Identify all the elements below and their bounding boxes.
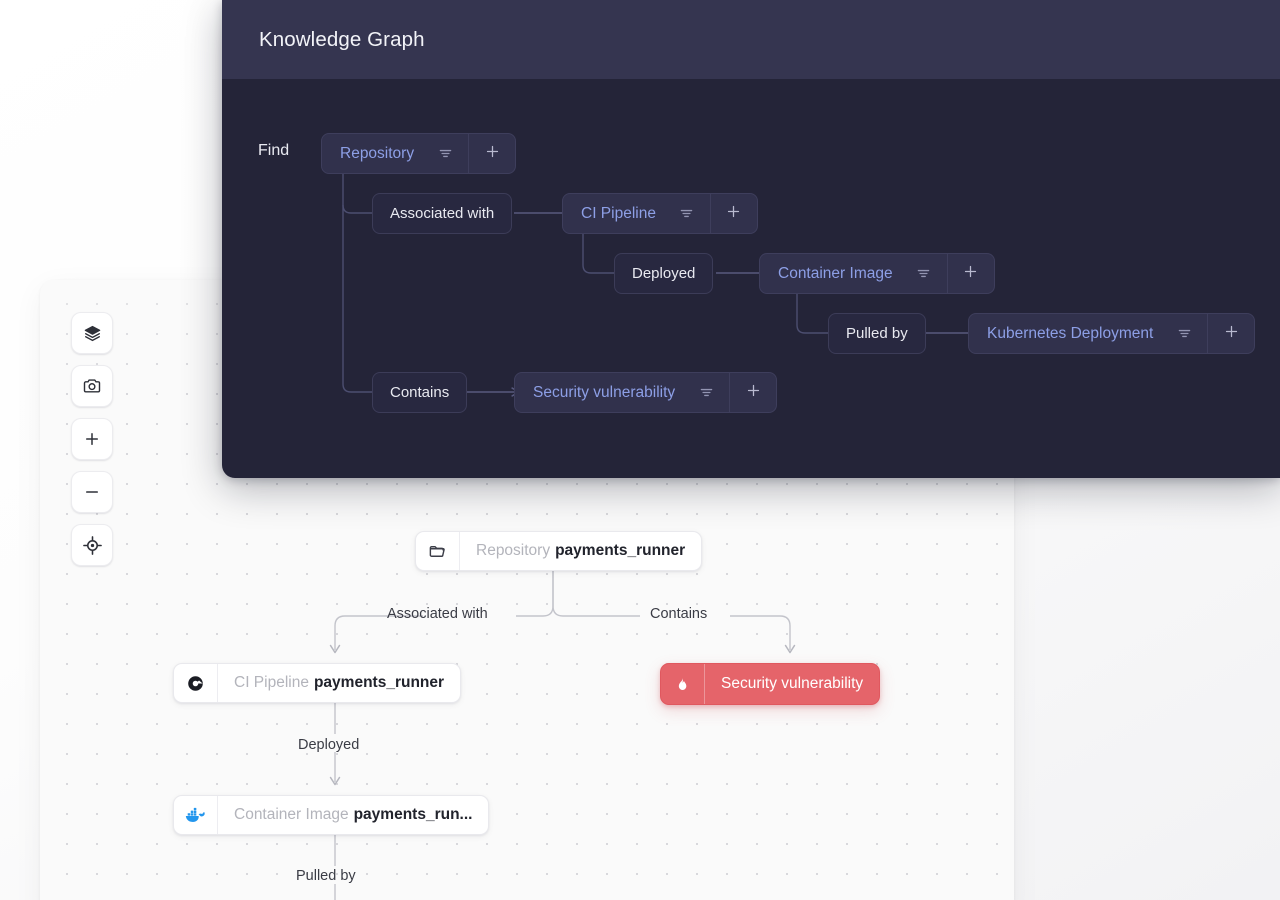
zoom-in-button[interactable] [71, 418, 113, 460]
node-type-text: CI Pipeline [234, 674, 309, 691]
screenshot-button[interactable] [71, 365, 113, 407]
node-name-text: payments_runner [555, 542, 686, 559]
page-title: Knowledge Graph [259, 27, 425, 51]
zoom-out-button[interactable] [71, 471, 113, 513]
type-chip-security-vulnerability-label: Security vulnerability [533, 383, 676, 401]
type-chip-container-image[interactable]: Container Image [759, 253, 995, 294]
type-chip-ci-pipeline[interactable]: CI Pipeline [562, 193, 758, 234]
type-chip-container-image-label: Container Image [778, 264, 893, 282]
canvas-node-container-image[interactable]: Container Image payments_run... [173, 795, 490, 835]
filter-icon[interactable] [697, 384, 715, 401]
plus-icon [83, 430, 101, 448]
plus-icon [745, 382, 762, 404]
crosshair-icon [82, 535, 103, 556]
type-chip-repository[interactable]: Repository [321, 133, 517, 174]
type-chip-container-image-main[interactable]: Container Image [760, 254, 948, 293]
find-label: Find [258, 142, 290, 159]
type-chip-kubernetes-deployment-label: Kubernetes Deployment [987, 324, 1154, 342]
type-chip-kubernetes-deployment-main[interactable]: Kubernetes Deployment [969, 314, 1209, 353]
type-chip-kubernetes-deployment[interactable]: Kubernetes Deployment [968, 313, 1256, 354]
filter-icon[interactable] [436, 145, 454, 162]
type-chip-repository-label: Repository [340, 144, 415, 162]
canvas-edge-label-deployed: Deployed [298, 737, 360, 753]
canvas-node-ci-pipeline[interactable]: CI Pipeline payments_runner [173, 663, 462, 703]
folder-icon [416, 532, 460, 570]
node-type-text: Container Image [234, 806, 349, 823]
fit-view-button[interactable] [71, 524, 113, 566]
layers-icon [83, 324, 102, 343]
knowledge-graph-header: Knowledge Graph [222, 0, 1280, 79]
canvas-edge-label-pulled-by: Pulled by [296, 868, 356, 884]
node-name-text: payments_run... [353, 806, 473, 823]
type-chip-ci-pipeline-main[interactable]: CI Pipeline [563, 194, 711, 233]
plus-icon [1223, 323, 1240, 345]
add-filter-button[interactable] [711, 194, 757, 233]
canvas-edge-label-contains: Contains [650, 606, 708, 622]
type-chip-security-vulnerability[interactable]: Security vulnerability [514, 372, 778, 413]
type-chip-security-vulnerability-main[interactable]: Security vulnerability [515, 373, 731, 412]
relation-contains[interactable]: Contains [372, 372, 468, 413]
filter-icon[interactable] [678, 205, 696, 222]
camera-icon [82, 376, 102, 396]
node-type-text: Repository [476, 542, 551, 559]
canvas-node-ci-pipeline-label: CI Pipeline payments_runner [218, 664, 460, 702]
relation-pulled-by[interactable]: Pulled by [828, 313, 926, 354]
circleci-icon [174, 664, 218, 702]
canvas-toolbar [71, 312, 113, 566]
flame-icon [661, 664, 705, 704]
minus-icon [83, 483, 101, 501]
canvas-node-security-vulnerability-label: Security vulnerability [721, 675, 864, 692]
canvas-node-repository-label: Repository payments_runner [460, 532, 701, 570]
layers-button[interactable] [71, 312, 113, 354]
relation-deployed[interactable]: Deployed [614, 253, 714, 294]
add-filter-button[interactable] [1208, 314, 1254, 353]
add-filter-button[interactable] [948, 254, 994, 293]
plus-icon [484, 143, 501, 165]
canvas-node-repository[interactable]: Repository payments_runner [415, 531, 703, 571]
knowledge-graph-body: Find Repository Associated with CI Pipel… [222, 79, 1280, 478]
add-filter-button[interactable] [730, 373, 776, 412]
filter-icon[interactable] [1175, 325, 1193, 342]
docker-icon [174, 796, 218, 834]
add-filter-button[interactable] [469, 134, 515, 173]
node-name-text: payments_runner [313, 674, 445, 691]
plus-icon [962, 263, 979, 285]
canvas-edge-label-associated-with: Associated with [387, 606, 488, 622]
type-chip-ci-pipeline-label: CI Pipeline [581, 204, 656, 222]
knowledge-graph-panel: Knowledge Graph Find Repository Associat… [222, 0, 1280, 478]
filter-icon[interactable] [915, 265, 933, 282]
relation-associated-with[interactable]: Associated with [372, 193, 513, 234]
plus-icon [725, 203, 742, 225]
canvas-node-container-image-label: Container Image payments_run... [218, 796, 488, 834]
type-chip-repository-main[interactable]: Repository [322, 134, 470, 173]
canvas-node-security-vulnerability[interactable]: Security vulnerability [660, 663, 881, 705]
